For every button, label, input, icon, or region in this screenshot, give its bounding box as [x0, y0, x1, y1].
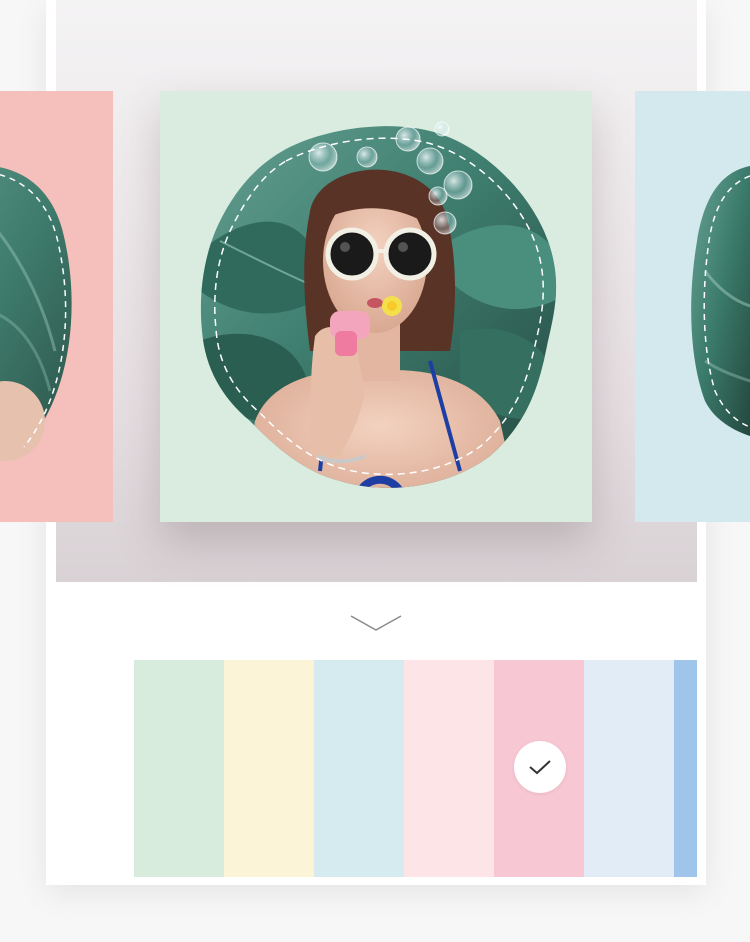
- color-swatch-blue[interactable]: [674, 660, 697, 877]
- color-palette: [134, 660, 697, 877]
- frame-card-current-art: [160, 91, 592, 522]
- frame-card-previous-art: [0, 91, 113, 522]
- expand-chevron-button[interactable]: [350, 610, 402, 636]
- color-swatch-mint[interactable]: [134, 660, 224, 877]
- frame-card-next-art: [635, 91, 750, 522]
- color-swatch-blush[interactable]: [404, 660, 494, 877]
- frame-card-previous[interactable]: [0, 91, 113, 522]
- chevron-down-icon: [350, 615, 402, 631]
- color-swatch-sky[interactable]: [314, 660, 404, 877]
- frame-card-next[interactable]: [635, 91, 750, 522]
- checkmark-icon: [529, 760, 551, 775]
- selected-indicator: [514, 741, 566, 793]
- color-swatch-pink[interactable]: [494, 660, 584, 877]
- color-swatch-powder-blue[interactable]: [584, 660, 674, 877]
- color-swatch-cream[interactable]: [224, 660, 314, 877]
- frame-card-current[interactable]: [160, 91, 592, 522]
